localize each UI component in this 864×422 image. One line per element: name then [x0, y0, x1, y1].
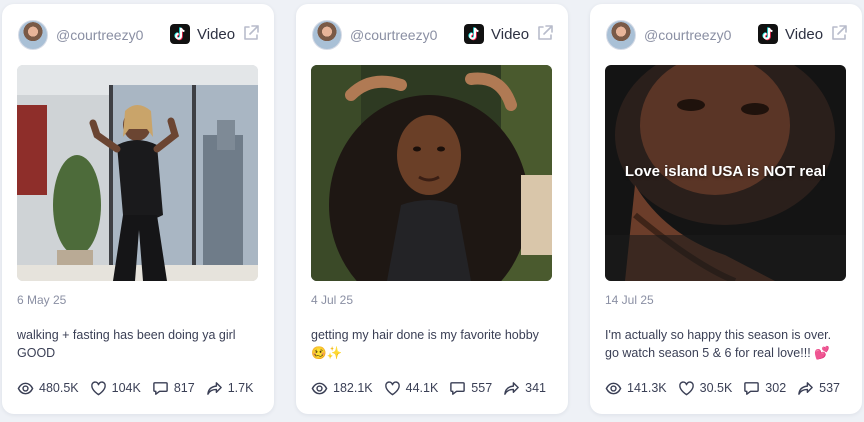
avatar[interactable] — [606, 20, 636, 50]
comment-icon — [450, 381, 466, 395]
avatar[interactable] — [312, 20, 342, 50]
platform-label: Video — [491, 26, 530, 43]
tiktok-icon — [758, 24, 778, 44]
eye-icon — [605, 382, 622, 394]
post-stats: 182.1K 44.1K 557 341 — [311, 378, 558, 398]
post-card[interactable]: @courtreezy0 Video 4 Jul 25 getting my h… — [296, 4, 568, 414]
post-header: @courtreezy0 Video — [18, 20, 260, 50]
video-thumbnail[interactable] — [17, 65, 258, 281]
post-header: @courtreezy0 Video — [606, 20, 848, 50]
post-stats: 141.3K 30.5K 302 537 — [605, 378, 852, 398]
shares-count: 1.7K — [227, 381, 254, 395]
comment-icon — [744, 381, 760, 395]
likes-count: 104K — [111, 381, 141, 395]
likes-count: 44.1K — [405, 381, 439, 395]
shares-stat: 537 — [797, 380, 840, 397]
platform-label: Video — [785, 26, 824, 43]
share-icon — [798, 381, 813, 395]
post-date: 14 Jul 25 — [605, 293, 654, 307]
external-link-icon[interactable] — [536, 24, 554, 42]
post-caption: getting my hair done is my favorite hobb… — [311, 328, 539, 360]
views-count: 480.5K — [39, 381, 79, 395]
share-icon — [504, 381, 519, 395]
post-header: @courtreezy0 Video — [312, 20, 554, 50]
likes-stat: 30.5K — [678, 380, 733, 397]
heart-icon — [90, 380, 106, 395]
comment-icon — [153, 381, 168, 395]
video-thumbnail[interactable] — [311, 65, 552, 281]
post-caption: walking + fasting has been doing ya girl… — [17, 328, 236, 360]
heart-icon — [678, 380, 694, 395]
avatar[interactable] — [18, 20, 48, 50]
comments-count: 557 — [471, 381, 493, 395]
likes-count: 30.5K — [699, 381, 733, 395]
username[interactable]: @courtreezy0 — [350, 27, 437, 43]
username[interactable]: @courtreezy0 — [56, 27, 143, 43]
comments-count: 302 — [765, 381, 787, 395]
tiktok-icon — [464, 24, 484, 44]
shares-stat: 1.7K — [206, 380, 254, 397]
views-count: 182.1K — [333, 381, 373, 395]
heart-icon — [384, 380, 400, 395]
post-date: 4 Jul 25 — [311, 293, 354, 307]
likes-stat: 44.1K — [384, 380, 439, 397]
comments-stat: 557 — [449, 380, 492, 397]
comments-stat: 817 — [152, 380, 195, 397]
username[interactable]: @courtreezy0 — [644, 27, 731, 43]
views-count: 141.3K — [627, 381, 667, 395]
post-card[interactable]: @courtreezy0 Video 6 May 25 walking + fa… — [2, 4, 274, 414]
external-link-icon[interactable] — [242, 24, 260, 42]
post-date: 6 May 25 — [17, 293, 67, 307]
views-stat: 141.3K — [605, 380, 667, 397]
shares-count: 341 — [525, 381, 547, 395]
shares-count: 537 — [819, 381, 841, 395]
comments-count: 817 — [173, 381, 195, 395]
shares-stat: 341 — [503, 380, 546, 397]
platform-label: Video — [197, 26, 236, 43]
external-link-icon[interactable] — [830, 24, 848, 42]
post-stats: 480.5K 104K 817 1.7K — [17, 378, 264, 398]
video-overlay-text: Love island USA is NOT real — [624, 163, 827, 180]
likes-stat: 104K — [90, 380, 141, 397]
eye-icon — [17, 382, 34, 394]
share-icon — [206, 381, 222, 395]
views-stat: 182.1K — [311, 380, 373, 397]
video-thumbnail[interactable]: Love island USA is NOT real — [605, 65, 846, 281]
comments-stat: 302 — [743, 380, 786, 397]
tiktok-icon — [170, 24, 190, 44]
post-card[interactable]: @courtreezy0 Video Love island USA is NO… — [590, 4, 862, 414]
eye-icon — [311, 382, 328, 394]
views-stat: 480.5K — [17, 380, 79, 397]
post-caption: I'm actually so happy this season is ove… — [605, 328, 832, 360]
